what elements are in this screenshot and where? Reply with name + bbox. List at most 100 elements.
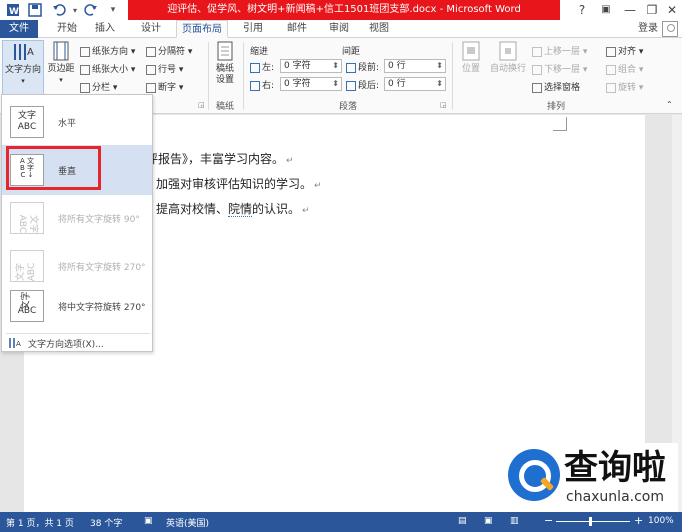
menu-item-horizontal[interactable]: 文字 ABC 水平 bbox=[2, 97, 152, 147]
spacing-after-label: 段后: bbox=[346, 78, 379, 91]
page-setup-launcher-icon[interactable]: ◲ bbox=[198, 101, 205, 109]
read-mode-icon[interactable]: ▤ bbox=[458, 516, 467, 526]
tab-design[interactable]: 设计 bbox=[134, 20, 168, 38]
help-button[interactable]: ? bbox=[570, 0, 594, 20]
draft-group-label: 稿纸 bbox=[215, 102, 234, 112]
tab-home[interactable]: 开始 bbox=[50, 20, 84, 38]
bring-forward-button[interactable]: 上移一层 ▾ bbox=[532, 44, 587, 57]
tab-page-layout[interactable]: 页面布局 bbox=[176, 20, 228, 38]
document-line-3: 提高对校情、院情的认识。 ↵ bbox=[156, 202, 310, 217]
indent-right-input[interactable]: 0 字符 bbox=[280, 77, 342, 91]
zoom-slider-thumb[interactable] bbox=[589, 517, 592, 526]
tab-references[interactable]: 引用 bbox=[236, 20, 270, 38]
size-label: 纸张大小 bbox=[92, 65, 129, 75]
wrap-text-button[interactable]: 自动换行 bbox=[488, 40, 528, 96]
margins-button[interactable]: 页边距 ▾ bbox=[46, 40, 76, 96]
svg-text:A: A bbox=[27, 47, 34, 58]
spacing-after-input[interactable]: 0 行 bbox=[384, 77, 446, 91]
paragraph-mark-icon: ↵ bbox=[314, 181, 322, 191]
columns-button[interactable]: 分栏 ▾ bbox=[80, 80, 117, 93]
line-numbers-label: 行号 bbox=[158, 65, 177, 75]
columns-label: 分栏 bbox=[92, 83, 111, 93]
menu-divider bbox=[6, 333, 150, 334]
selection-pane-icon bbox=[532, 82, 542, 93]
selection-pane-button[interactable]: 选择窗格 bbox=[532, 80, 580, 93]
position-label: 位置 bbox=[461, 64, 480, 74]
orientation-label: 纸张方向 bbox=[92, 47, 129, 57]
tab-file[interactable]: 文件 bbox=[0, 20, 38, 38]
word-count[interactable]: 38 个字 bbox=[90, 516, 122, 529]
menu-item-label: 水平 bbox=[58, 119, 77, 129]
word-icon: W bbox=[4, 2, 22, 18]
tab-insert[interactable]: 插入 bbox=[88, 20, 122, 38]
zoom-out-button[interactable]: − bbox=[544, 514, 553, 527]
close-button[interactable]: ✕ bbox=[660, 0, 682, 20]
menu-item-rotate-cjk-270[interactable]: 文字 ABC 将中文字符旋转 270° bbox=[2, 281, 152, 331]
position-button[interactable]: 位置 bbox=[456, 40, 486, 96]
tab-view[interactable]: 视图 bbox=[362, 20, 396, 38]
underlined-word: 院情 bbox=[228, 202, 253, 217]
tab-mailings[interactable]: 邮件 bbox=[280, 20, 314, 38]
minimize-button[interactable]: — bbox=[618, 0, 642, 20]
menu-item-label: 将所有文字旋转 90° bbox=[58, 215, 140, 225]
menu-item-rotate-90[interactable]: 文字 ABC 将所有文字旋转 90° bbox=[2, 193, 152, 243]
tab-review[interactable]: 审阅 bbox=[322, 20, 356, 38]
paragraph-launcher-icon[interactable]: ◲ bbox=[440, 101, 447, 109]
avatar-icon[interactable] bbox=[662, 21, 678, 37]
proofing-icon[interactable]: ▣ bbox=[144, 516, 153, 526]
position-icon bbox=[459, 40, 483, 62]
group-button[interactable]: 组合 ▾ bbox=[606, 62, 643, 75]
magnifier-logo-icon bbox=[508, 449, 560, 501]
send-backward-button[interactable]: 下移一层 ▾ bbox=[532, 62, 587, 75]
indent-left-input[interactable]: 0 字符 bbox=[280, 59, 342, 73]
rotate-90-text-icon: 文字 ABC bbox=[10, 202, 44, 234]
zoom-slider-track[interactable] bbox=[556, 521, 630, 522]
line-numbers-button[interactable]: 行号 ▾ bbox=[146, 62, 183, 75]
title-bar: W ▾ ▾ 迎评估、促学风、树文明+新闻稿+信工1501班团支部.docx - … bbox=[0, 0, 682, 20]
indent-left-icon bbox=[250, 62, 260, 73]
document-line-2: 加强对审核评估知识的学习。 ↵ bbox=[156, 177, 322, 191]
save-icon[interactable] bbox=[26, 2, 44, 18]
indent-left-label: 左: bbox=[250, 60, 274, 73]
breaks-icon bbox=[146, 46, 156, 57]
text-direction-button[interactable]: A 文字方向 ▾ bbox=[2, 40, 44, 96]
customize-toolbar-icon[interactable]: ▾ bbox=[104, 2, 122, 18]
spacing-before-icon bbox=[346, 62, 356, 73]
breaks-button[interactable]: 分隔符 ▾ bbox=[146, 44, 192, 57]
ribbon-display-options-button[interactable]: ▣ bbox=[594, 0, 618, 20]
redo-icon[interactable] bbox=[82, 2, 100, 18]
draft-settings-button[interactable]: 稿纸 设置 bbox=[210, 40, 240, 96]
text-direction-icon: A bbox=[11, 41, 35, 63]
zoom-level[interactable]: 100% bbox=[648, 516, 674, 526]
collapse-ribbon-icon[interactable]: ⌃ bbox=[666, 100, 673, 109]
spacing-before-input[interactable]: 0 行 bbox=[384, 59, 446, 73]
line-numbers-icon bbox=[146, 64, 156, 75]
draft-settings-label-line2: 设置 bbox=[215, 75, 234, 85]
paragraph-mark-icon: ↵ bbox=[286, 156, 294, 166]
rotate-button[interactable]: 旋转 ▾ bbox=[606, 80, 643, 93]
hyphenation-button[interactable]: 断字 ▾ bbox=[146, 80, 183, 93]
spacing-after-icon bbox=[346, 80, 356, 91]
margin-corner-mark bbox=[553, 117, 567, 131]
print-layout-icon[interactable]: ▣ bbox=[484, 516, 493, 526]
rotate-cjk-270-text-icon: 文字 ABC bbox=[10, 290, 44, 322]
text-direction-menu: 文字 ABC 水平 A 文B 字C ↓ 垂直 文字 ABC 将所有文字旋转 90°… bbox=[1, 94, 153, 352]
indent-right-icon bbox=[250, 80, 260, 91]
status-bar: 第 1 页，共 1 页 38 个字 ▣ 英语(美国) ▤ ▣ ▥ − + 100… bbox=[0, 512, 682, 532]
size-button[interactable]: 纸张大小 ▾ bbox=[80, 62, 135, 75]
orientation-button[interactable]: 纸张方向 ▾ bbox=[80, 44, 135, 57]
align-button[interactable]: 对齐 ▾ bbox=[606, 44, 643, 57]
ribbon-tab-bar: 文件 开始 插入 设计 页面布局 引用 邮件 审阅 视图 登录 bbox=[0, 20, 682, 38]
align-icon bbox=[606, 46, 616, 57]
sign-in-link[interactable]: 登录 bbox=[638, 20, 658, 38]
language-indicator[interactable]: 英语(美国) bbox=[166, 516, 209, 529]
page-count[interactable]: 第 1 页，共 1 页 bbox=[6, 516, 74, 529]
zoom-in-button[interactable]: + bbox=[634, 514, 643, 527]
paragraph-group-label: 段落 bbox=[338, 102, 357, 112]
highlight-annotation-box bbox=[6, 146, 101, 190]
group-divider bbox=[452, 42, 453, 110]
text-direction-options-item[interactable]: A 文字方向选项(X)... bbox=[2, 335, 152, 351]
margins-label: 页边距 bbox=[47, 64, 75, 74]
wrap-text-label: 自动换行 bbox=[489, 64, 526, 74]
web-layout-icon[interactable]: ▥ bbox=[510, 516, 519, 526]
